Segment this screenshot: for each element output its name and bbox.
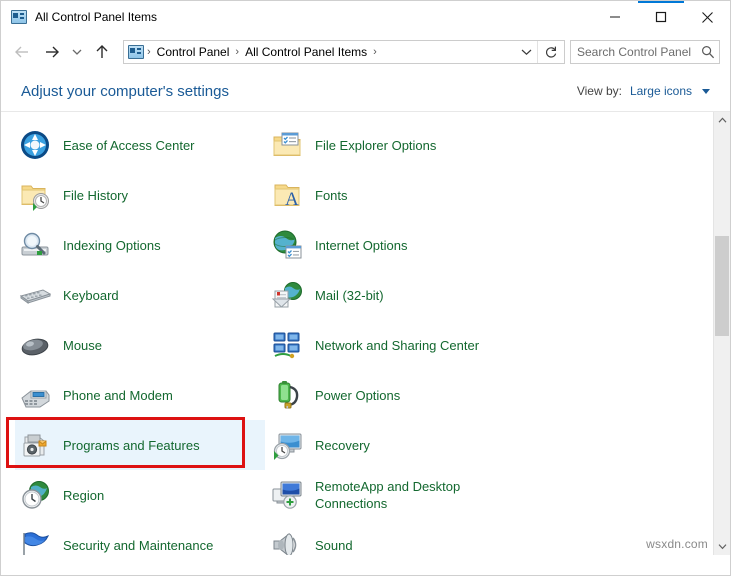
breadcrumb-separator[interactable]: ›	[372, 41, 378, 63]
security-and-maintenance-icon	[19, 529, 51, 555]
scroll-down-arrow[interactable]	[714, 538, 730, 555]
control-panel-item-label: Sound	[315, 537, 353, 554]
navigation-bar: › Control Panel › All Control Panel Item…	[1, 33, 730, 71]
control-panel-item[interactable]: Network and Sharing Center	[267, 320, 517, 370]
control-panel-item-label: Indexing Options	[63, 237, 161, 254]
programs-and-features-icon	[19, 429, 51, 461]
items-column-right: File Explorer Options A Fonts Internet Opti…	[267, 120, 517, 555]
control-panel-item[interactable]: A Fonts	[267, 170, 517, 220]
minimize-button[interactable]	[592, 1, 638, 33]
keyboard-icon	[19, 279, 51, 311]
accent-highlight	[638, 1, 684, 3]
control-panel-item[interactable]: Ease of Access Center	[15, 120, 265, 170]
control-panel-item[interactable]: Programs and Features	[15, 420, 265, 470]
region-icon	[19, 479, 51, 511]
control-panel-item-label: RemoteApp and Desktop Connections	[315, 478, 505, 512]
control-panel-item[interactable]: File Explorer Options	[267, 120, 517, 170]
control-panel-item-label: Keyboard	[63, 287, 119, 304]
view-by-control[interactable]: View by: Large icons	[577, 84, 710, 98]
control-panel-item-label: Power Options	[315, 387, 400, 404]
title-bar-left: All Control Panel Items	[1, 9, 592, 25]
search-input[interactable]: Search Control Panel	[571, 45, 697, 59]
refresh-icon[interactable]	[538, 41, 564, 63]
control-panel-item[interactable]: Mouse	[15, 320, 265, 370]
control-panel-item-label: Mouse	[63, 337, 102, 354]
control-panel-item[interactable]: File History	[15, 170, 265, 220]
control-panel-item[interactable]: Region	[15, 470, 265, 520]
page-header: Adjust your computer's settings View by:…	[1, 71, 730, 112]
back-button[interactable]	[7, 37, 37, 67]
title-bar: All Control Panel Items	[1, 1, 730, 33]
control-panel-window: All Control Panel Items	[0, 0, 731, 576]
items-grid: Ease of Access Center File History Indexin…	[1, 112, 707, 555]
file-explorer-options-icon	[271, 129, 303, 161]
up-button[interactable]	[87, 37, 117, 67]
control-panel-item[interactable]: Keyboard	[15, 270, 265, 320]
control-panel-item[interactable]: Internet Options	[267, 220, 517, 270]
breadcrumb: › Control Panel › All Control Panel Item…	[124, 41, 515, 63]
control-panel-item[interactable]: Indexing Options	[15, 220, 265, 270]
close-button[interactable]	[684, 1, 730, 33]
chevron-down-icon[interactable]	[515, 41, 537, 63]
mouse-icon	[19, 329, 51, 361]
search-icon[interactable]	[697, 45, 719, 59]
vertical-scrollbar[interactable]	[713, 112, 730, 555]
internet-options-icon	[271, 229, 303, 261]
control-panel-item[interactable]: Recovery	[267, 420, 517, 470]
control-panel-item[interactable]: Power Options	[267, 370, 517, 420]
window-controls	[592, 1, 730, 33]
svg-text:A: A	[285, 189, 299, 210]
fonts-icon: A	[271, 179, 303, 211]
search-box[interactable]: Search Control Panel	[570, 40, 720, 64]
ease-of-access-icon	[19, 129, 51, 161]
phone-and-modem-icon	[19, 379, 51, 411]
recovery-icon	[271, 429, 303, 461]
scroll-up-arrow[interactable]	[714, 112, 730, 129]
recent-locations-button[interactable]	[67, 37, 87, 67]
control-panel-item[interactable]: RemoteApp and Desktop Connections	[267, 470, 517, 520]
remoteapp-and-desktop-connections-icon	[271, 479, 303, 511]
control-panel-item-label: File History	[63, 187, 128, 204]
control-panel-item-label: Ease of Access Center	[63, 137, 195, 154]
control-panel-icon[interactable]	[128, 44, 144, 60]
forward-button[interactable]	[37, 37, 67, 67]
control-panel-item-label: Network and Sharing Center	[315, 337, 479, 354]
power-options-icon	[271, 379, 303, 411]
control-panel-item-label: Phone and Modem	[63, 387, 173, 404]
view-by-value[interactable]: Large icons	[630, 84, 692, 98]
control-panel-item-label: Internet Options	[315, 237, 408, 254]
breadcrumb-item-control-panel[interactable]: Control Panel	[152, 41, 235, 63]
control-panel-item-label: Mail (32-bit)	[315, 287, 384, 304]
control-panel-item-label: Security and Maintenance	[63, 537, 213, 554]
control-panel-item-label: Region	[63, 487, 104, 504]
mail-icon	[271, 279, 303, 311]
control-panel-item[interactable]: Sound	[267, 520, 517, 555]
chevron-down-icon[interactable]	[702, 89, 710, 94]
scrollbar-thumb[interactable]	[715, 236, 729, 336]
network-and-sharing-center-icon	[271, 329, 303, 361]
control-panel-item-label: Fonts	[315, 187, 348, 204]
items-column-left: Ease of Access Center File History Indexin…	[15, 120, 265, 555]
page-title: Adjust your computer's settings	[21, 83, 577, 100]
window-title: All Control Panel Items	[35, 11, 157, 23]
breadcrumb-item-all-control-panel-items[interactable]: All Control Panel Items	[240, 41, 372, 63]
control-panel-item[interactable]: Mail (32-bit)	[267, 270, 517, 320]
control-panel-item-label: File Explorer Options	[315, 137, 436, 154]
sound-icon	[271, 529, 303, 555]
file-history-icon	[19, 179, 51, 211]
control-panel-item[interactable]: Phone and Modem	[15, 370, 265, 420]
control-panel-items-area: Ease of Access Center File History Indexin…	[1, 112, 730, 555]
view-by-label: View by:	[577, 84, 622, 98]
control-panel-icon	[11, 9, 27, 25]
control-panel-item-label: Recovery	[315, 437, 370, 454]
indexing-options-icon	[19, 229, 51, 261]
control-panel-item-label: Programs and Features	[63, 437, 200, 454]
maximize-button[interactable]	[638, 1, 684, 33]
control-panel-item[interactable]: Security and Maintenance	[15, 520, 265, 555]
address-bar[interactable]: › Control Panel › All Control Panel Item…	[123, 40, 565, 64]
watermark: wsxdn.com	[646, 537, 708, 551]
